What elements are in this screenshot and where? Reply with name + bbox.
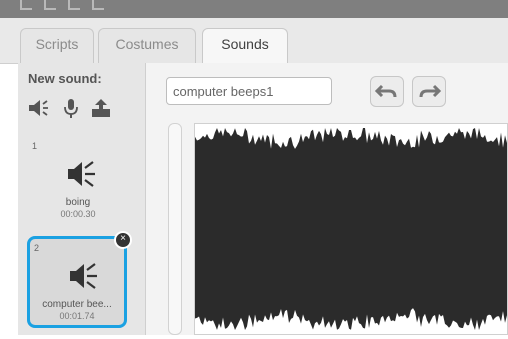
sound-name: computer bee...	[42, 299, 112, 310]
redo-icon	[419, 84, 442, 98]
toolbar-icons-cutoff	[20, 0, 170, 10]
sound-item-computer-beeps[interactable]: × 2 computer bee... 00:01.74	[27, 231, 132, 328]
sound-name-input[interactable]	[166, 77, 332, 105]
tab-scripts[interactable]: Scripts	[20, 28, 94, 64]
redo-button[interactable]	[412, 76, 446, 107]
tab-sounds[interactable]: Sounds	[202, 28, 288, 66]
undo-button[interactable]	[370, 76, 404, 107]
sound-item-boing[interactable]: 1 boing 00:00.30	[28, 137, 128, 229]
tab-strip: Scripts Costumes Sounds	[0, 18, 508, 66]
new-sound-heading: New sound:	[28, 71, 102, 86]
sound-duration: 00:00.30	[60, 209, 96, 219]
undo-icon	[374, 84, 397, 98]
vertical-scrollbar[interactable]	[168, 123, 182, 335]
sound-editor	[146, 63, 508, 335]
sound-duration: 00:01.74	[59, 311, 95, 321]
upload-icon[interactable]	[90, 97, 112, 119]
waveform-panel[interactable]	[194, 123, 508, 335]
sound-index: 1	[32, 141, 38, 151]
tab-costumes[interactable]: Costumes	[98, 28, 196, 64]
waveform-graphic	[195, 128, 507, 330]
sound-index: 2	[34, 243, 40, 253]
sound-name: boing	[65, 197, 91, 208]
speaker-library-icon[interactable]	[28, 97, 50, 119]
speaker-icon	[70, 263, 97, 289]
speaker-icon	[68, 161, 95, 187]
microphone-icon[interactable]	[60, 97, 82, 119]
top-toolbar	[0, 0, 508, 18]
delete-sound-icon[interactable]: ×	[114, 231, 132, 249]
sound-list-panel: New sound: 1 boing 00:00.30 × 2 computer…	[18, 63, 146, 335]
